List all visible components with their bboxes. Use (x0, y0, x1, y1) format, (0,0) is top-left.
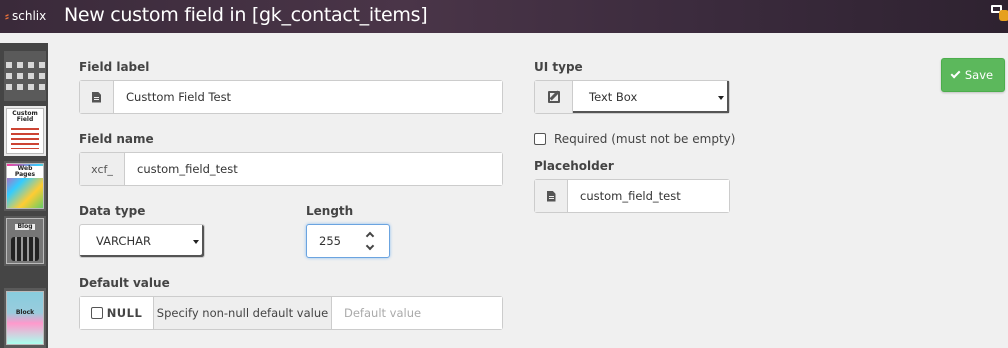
specify-non-null-label: Specify non-null default value (154, 297, 332, 329)
sidebar-item-web-pages[interactable]: Web Pages (4, 161, 46, 211)
page-title: New custom field in [gk_contact_items] (64, 4, 428, 26)
ui-type-select[interactable]: Text Box (573, 81, 729, 113)
data-type-select[interactable]: VARCHAR (79, 224, 205, 258)
field-name-input[interactable]: custom_field_test (125, 153, 502, 185)
document-icon (92, 91, 101, 103)
spinner-arrows-icon[interactable] (365, 231, 375, 251)
required-checkbox[interactable] (534, 133, 546, 145)
apps-grid-button[interactable] (4, 51, 46, 101)
field-label-heading: Field label (79, 60, 150, 74)
save-button[interactable]: Save (941, 58, 1005, 92)
check-icon (950, 68, 961, 79)
custom-field-icon: Custom Field (6, 108, 44, 154)
default-value-heading: Default value (79, 276, 170, 290)
logo-text: schlix (12, 9, 47, 23)
data-type-value: VARCHAR (96, 234, 151, 248)
chevron-down-icon (193, 240, 199, 244)
field-label-input-group: Custtom Field Test (79, 80, 503, 114)
length-heading: Length (306, 204, 354, 218)
block-cubes-icon: Block (6, 291, 44, 345)
data-type-heading: Data type (79, 204, 146, 218)
ui-type-heading: UI type (534, 60, 583, 74)
monitor-icon[interactable] (988, 5, 1008, 21)
save-label: Save (964, 68, 994, 82)
required-checkbox-row[interactable]: Required (must not be empty) (534, 132, 735, 146)
placeholder-addon (535, 180, 568, 212)
app-sidebar: Custom Field Web Pages Blog Block (0, 43, 48, 348)
sidebar-item-block[interactable]: Block (4, 288, 46, 348)
length-value: 255 (319, 234, 341, 248)
null-label: NULL (106, 306, 143, 320)
sidebar-item-label: Web Pages (7, 166, 43, 178)
sidebar-item-label: Blog (15, 224, 35, 230)
length-input[interactable]: 255 (306, 224, 390, 258)
default-value-input-group: NULL Specify non-null default value Defa… (79, 296, 503, 330)
field-label-input[interactable]: Custtom Field Test (114, 81, 502, 113)
ui-type-input-group: Text Box (534, 80, 730, 114)
edit-icon (547, 91, 560, 103)
placeholder-input-group: custom_field_test (534, 179, 730, 213)
sidebar-item-label: Block (15, 309, 35, 316)
field-label-addon (80, 81, 114, 113)
blog-typewriter-icon: Blog (6, 218, 44, 264)
sidebar-item-custom-field[interactable]: Custom Field (4, 106, 46, 156)
top-bar: ⸗ schlix New custom field in [gk_contact… (0, 0, 1008, 33)
document-icon (546, 190, 556, 202)
ui-type-value: Text Box (589, 90, 638, 104)
default-value-input[interactable]: Default value (332, 297, 502, 329)
null-checkbox-group[interactable]: NULL (80, 297, 154, 329)
null-checkbox[interactable] (90, 307, 103, 319)
field-name-prefix: xcf_ (80, 153, 125, 185)
schlix-logo[interactable]: ⸗ schlix (5, 9, 46, 23)
sidebar-item-blog[interactable]: Blog (4, 216, 46, 266)
form-panel: Field label Custtom Field Test Field nam… (64, 43, 1008, 348)
ui-type-addon (535, 81, 573, 113)
chevron-down-icon (718, 96, 724, 100)
sidebar-item-label: Custom Field (7, 111, 43, 123)
web-pages-icon: Web Pages (6, 163, 44, 209)
notification-badge (999, 10, 1008, 21)
required-label: Required (must not be empty) (554, 132, 736, 146)
schlix-logo-icon: ⸗ (5, 9, 9, 23)
apps-grid-icon (5, 62, 45, 90)
placeholder-input[interactable]: custom_field_test (568, 180, 729, 212)
field-name-heading: Field name (79, 132, 154, 146)
field-name-input-group: xcf_ custom_field_test (79, 152, 503, 186)
placeholder-heading: Placeholder (534, 159, 614, 173)
